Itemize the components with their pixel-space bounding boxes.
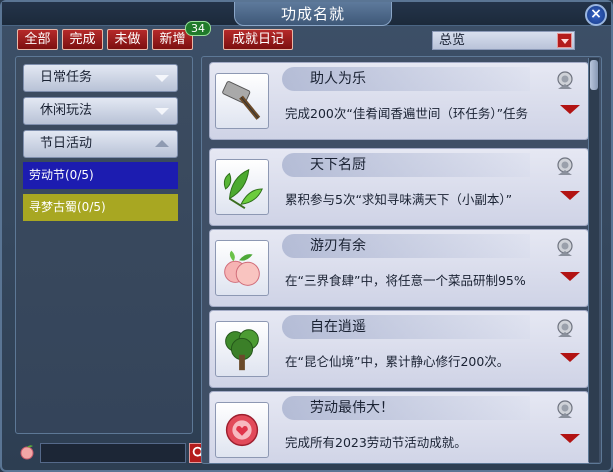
achievement-name: 天下名厨 <box>310 157 366 173</box>
achievement-card[interactable]: 助人为乐 完成200次“佳肴闻香遍世间（环任务）”任务 <box>209 62 589 140</box>
gem-icon <box>225 413 259 447</box>
category-label: 日常任务 <box>40 70 93 85</box>
filter-undone-button[interactable]: 未做 <box>107 29 148 50</box>
achievement-card[interactable]: 劳动最伟大！ 完成所有2023劳动节活动成就。 <box>209 391 589 463</box>
achievement-desc: 在“昆仑仙境”中，累计静心修行200次。 <box>285 354 510 369</box>
new-count-badge: 34 <box>185 21 211 36</box>
medal-icon <box>557 157 573 175</box>
achievement-name: 劳动最伟大！ <box>310 400 394 416</box>
achievement-card[interactable]: 自在逍遥 在“昆仑仙境”中，累计静心修行200次。 <box>209 310 589 388</box>
expand-arrow-icon[interactable] <box>560 272 580 281</box>
scrollbar-thumb[interactable] <box>590 60 598 90</box>
expand-arrow-icon[interactable] <box>560 191 580 200</box>
achievement-desc: 在“三界食肆”中，将任意一个菜品研制95% <box>285 273 526 288</box>
achievement-name: 自在逍遥 <box>310 319 366 335</box>
title-bar: 功成名就 × <box>2 2 611 26</box>
achievement-list: 助人为乐 完成200次“佳肴闻香遍世间（环任务）”任务 天下名厨 累积参与5次“… <box>201 56 602 464</box>
achievement-icon-box <box>215 402 269 458</box>
chevron-down-icon[interactable] <box>557 33 572 48</box>
medal-icon <box>557 71 573 89</box>
filter-all-button[interactable]: 全部 <box>17 29 58 50</box>
expand-arrow-icon[interactable] <box>560 434 580 443</box>
close-button[interactable]: × <box>585 4 607 26</box>
search-input[interactable] <box>40 443 186 463</box>
hammer-icon <box>222 81 261 120</box>
achievement-diary-button[interactable]: 成就日记 <box>223 29 293 50</box>
achievement-icon-box <box>215 240 269 296</box>
category-leisure[interactable]: 休闲玩法 <box>23 97 178 125</box>
peach-icon <box>20 445 34 460</box>
leaf-icon <box>223 168 263 210</box>
tree-icon <box>225 329 259 371</box>
chevron-down-icon <box>155 108 169 115</box>
achievement-desc: 完成所有2023劳动节活动成就。 <box>285 435 467 450</box>
achievement-card[interactable]: 天下名厨 累积参与5次“求知寻味满天下（小副本）” <box>209 148 589 226</box>
chevron-up-icon <box>155 140 169 147</box>
window-title: 功成名就 <box>234 2 392 26</box>
list-scrollbar[interactable] <box>588 58 599 462</box>
filter-complete-button[interactable]: 完成 <box>62 29 103 50</box>
subcategory-ancient-shu[interactable]: 寻梦古蜀(0/5) <box>23 194 178 221</box>
category-festival[interactable]: 节日活动 <box>23 130 178 158</box>
expand-arrow-icon[interactable] <box>560 353 580 362</box>
achievement-desc: 累积参与5次“求知寻味满天下（小副本）” <box>285 192 513 207</box>
view-select-value: 总览 <box>439 33 466 48</box>
category-label: 节日活动 <box>40 136 93 151</box>
medal-icon <box>557 238 573 256</box>
achievement-name: 助人为乐 <box>310 71 366 87</box>
achievement-desc: 完成200次“佳肴闻香遍世间（环任务）”任务 <box>285 106 529 121</box>
view-select[interactable]: 总览 <box>432 31 575 50</box>
achievement-name: 游刃有余 <box>310 238 366 254</box>
achievement-icon-box <box>215 159 269 215</box>
peach-icon <box>224 250 260 286</box>
medal-icon <box>557 400 573 418</box>
category-daily[interactable]: 日常任务 <box>23 64 178 92</box>
subcategory-labor-day[interactable]: 劳动节(0/5) <box>23 162 178 189</box>
expand-arrow-icon[interactable] <box>560 105 580 114</box>
search-bar <box>15 441 209 465</box>
achievement-card[interactable]: 游刃有余 在“三界食肆”中，将任意一个菜品研制95% <box>209 229 589 307</box>
chevron-down-icon <box>155 75 169 82</box>
category-label: 休闲玩法 <box>40 103 93 118</box>
achievement-icon-box <box>215 73 269 129</box>
medal-icon <box>557 319 573 337</box>
category-panel: 日常任务 休闲玩法 节日活动 劳动节(0/5) 寻梦古蜀(0/5) <box>15 56 193 434</box>
achievement-icon-box <box>215 321 269 377</box>
